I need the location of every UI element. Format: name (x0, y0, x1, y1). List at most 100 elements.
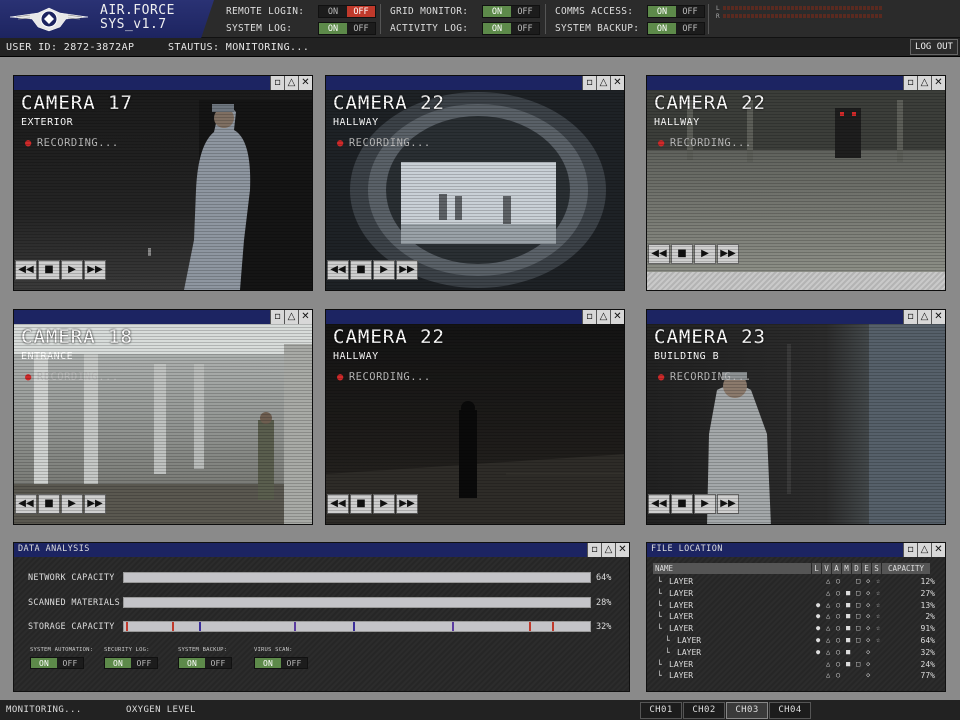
layer-flag-v[interactable]: △ (826, 611, 830, 622)
switch-off[interactable]: OFF (205, 658, 231, 668)
minimize-icon[interactable]: ▫ (587, 543, 601, 557)
layer-flag-e[interactable]: ◇ (866, 670, 870, 681)
layer-flag-a[interactable]: ○ (836, 576, 840, 587)
virus-scan-switch[interactable]: ON OFF (254, 657, 308, 669)
layer-flag-s[interactable]: ☆ (876, 611, 880, 622)
comms-access-on[interactable]: ON (648, 6, 676, 17)
stop-button[interactable]: ■ (671, 494, 693, 514)
column-header[interactable]: L (812, 563, 821, 574)
rewind-button[interactable]: ◀◀ (648, 244, 670, 264)
window-titlebar[interactable]: ▫ △ ✕ (14, 310, 312, 324)
system-automation-switch[interactable]: ON OFF (30, 657, 84, 669)
layer-flag-l[interactable]: ● (816, 623, 820, 634)
layer-flag-s[interactable]: ☆ (876, 600, 880, 611)
layer-flag-m[interactable]: ■ (846, 600, 850, 611)
grid-monitor-off[interactable]: OFF (511, 6, 539, 17)
rewind-button[interactable]: ◀◀ (327, 260, 349, 280)
close-icon[interactable]: ✕ (610, 310, 624, 324)
table-row[interactable]: └ LAYER ● △ ○ ■ ◇ 32% (653, 647, 943, 658)
layer-flag-v[interactable]: △ (826, 659, 830, 670)
layer-flag-m[interactable]: ■ (846, 611, 850, 622)
camera-panel[interactable]: ▫ △ ✕ CAMERA 22 HALLWAY ● RECORDING... ◀◀… (646, 75, 946, 291)
table-row[interactable]: └ LAYER △ ○ □ ◇ ☆ 12% (653, 576, 943, 587)
layer-flag-e[interactable]: ◇ (866, 611, 870, 622)
layer-flag-a[interactable]: ○ (836, 659, 840, 670)
layer-flag-l[interactable]: ● (816, 635, 820, 646)
tab-ch03[interactable]: CH03 (726, 702, 768, 719)
layer-flag-m[interactable]: ■ (846, 588, 850, 599)
activity-log-off[interactable]: OFF (511, 23, 539, 34)
window-titlebar[interactable]: ▫ △ ✕ (326, 76, 624, 90)
stop-button[interactable]: ■ (38, 494, 60, 514)
rewind-button[interactable]: ◀◀ (15, 494, 37, 514)
close-icon[interactable]: ✕ (298, 310, 312, 324)
tab-ch04[interactable]: CH04 (769, 702, 811, 719)
minimize-icon[interactable]: ▫ (270, 76, 284, 90)
camera-panel[interactable]: ▫ △ ✕ CAMERA 23 BUILDING B ● RECORDING...… (646, 309, 946, 525)
minimize-icon[interactable]: ▫ (903, 76, 917, 90)
layer-flag-e[interactable]: ◇ (866, 647, 870, 658)
rewind-button[interactable]: ◀◀ (327, 494, 349, 514)
switch-on[interactable]: ON (179, 658, 205, 668)
layer-flag-v[interactable]: △ (826, 647, 830, 658)
play-button[interactable]: ▶ (373, 494, 395, 514)
play-button[interactable]: ▶ (694, 244, 716, 264)
scrub-strip[interactable] (647, 272, 945, 290)
close-icon[interactable]: ✕ (931, 310, 945, 324)
layer-flag-a[interactable]: ○ (836, 611, 840, 622)
layer-flag-s[interactable]: ☆ (876, 588, 880, 599)
column-header[interactable]: D (852, 563, 861, 574)
table-row[interactable]: └ LAYER ● △ ○ ■ □ ◇ ☆ 64% (653, 635, 943, 646)
close-icon[interactable]: ✕ (931, 76, 945, 90)
column-header[interactable]: NAME (653, 563, 811, 574)
maximize-icon[interactable]: △ (917, 310, 931, 324)
table-row[interactable]: └ LAYER ● △ ○ ■ □ ◇ ☆ 13% (653, 600, 943, 611)
tab-ch02[interactable]: CH02 (683, 702, 725, 719)
layer-flag-s[interactable]: ☆ (876, 576, 880, 587)
play-button[interactable]: ▶ (61, 260, 83, 280)
layer-flag-e[interactable]: ◇ (866, 588, 870, 599)
close-icon[interactable]: ✕ (610, 76, 624, 90)
layer-flag-l[interactable]: ● (816, 647, 820, 658)
layer-flag-e[interactable]: ◇ (866, 635, 870, 646)
switch-off[interactable]: OFF (281, 658, 307, 668)
layer-flag-m[interactable]: ■ (846, 659, 850, 670)
fast-forward-button[interactable]: ▶▶ (84, 260, 106, 280)
layer-flag-m[interactable]: ■ (846, 635, 850, 646)
minimize-icon[interactable]: ▫ (903, 310, 917, 324)
layer-flag-s[interactable]: ☆ (876, 635, 880, 646)
play-button[interactable]: ▶ (694, 494, 716, 514)
layer-flag-d[interactable]: □ (856, 576, 860, 587)
layer-flag-d[interactable]: □ (856, 623, 860, 634)
layer-flag-e[interactable]: ◇ (866, 600, 870, 611)
layer-flag-a[interactable]: ○ (836, 635, 840, 646)
layer-flag-v[interactable]: △ (826, 588, 830, 599)
camera-panel[interactable]: ▫ △ ✕ CAMERA 18 ENTRANCE ● RECORDING... ◀… (13, 309, 313, 525)
play-button[interactable]: ▶ (61, 494, 83, 514)
camera-panel[interactable]: ▫ △ ✕ CAMERA 22 HALLWAY ● RECORDING... ◀◀… (325, 309, 625, 525)
stop-button[interactable]: ■ (671, 244, 693, 264)
system-backup-off[interactable]: OFF (676, 23, 704, 34)
layer-flag-a[interactable]: ○ (836, 623, 840, 634)
layer-flag-s[interactable]: ☆ (876, 623, 880, 634)
switch-on[interactable]: ON (105, 658, 131, 668)
camera-panel[interactable]: ▫ △ ✕ CAMERA 22 HALLWAY ● RECORDING... ◀◀… (325, 75, 625, 291)
layer-flag-l[interactable]: ● (816, 611, 820, 622)
fast-forward-button[interactable]: ▶▶ (717, 494, 739, 514)
grid-monitor-switch[interactable]: ON OFF (482, 5, 540, 18)
system-backup-mini-switch[interactable]: ON OFF (178, 657, 232, 669)
layer-flag-m[interactable]: ■ (846, 623, 850, 634)
layer-flag-l[interactable]: ● (816, 600, 820, 611)
activity-log-on[interactable]: ON (483, 23, 511, 34)
minimize-icon[interactable]: ▫ (582, 76, 596, 90)
layer-flag-e[interactable]: ◇ (866, 659, 870, 670)
security-log-switch[interactable]: ON OFF (104, 657, 158, 669)
maximize-icon[interactable]: △ (601, 543, 615, 557)
table-row[interactable]: └ LAYER △ ○ ■ □ ◇ 24% (653, 659, 943, 670)
layer-flag-v[interactable]: △ (826, 635, 830, 646)
remote-login-on[interactable]: ON (319, 6, 347, 17)
maximize-icon[interactable]: △ (917, 76, 931, 90)
table-row[interactable]: └ LAYER △ ○ ◇ 77% (653, 670, 943, 681)
layer-flag-d[interactable]: □ (856, 588, 860, 599)
window-titlebar[interactable]: ▫ △ ✕ (647, 76, 945, 90)
